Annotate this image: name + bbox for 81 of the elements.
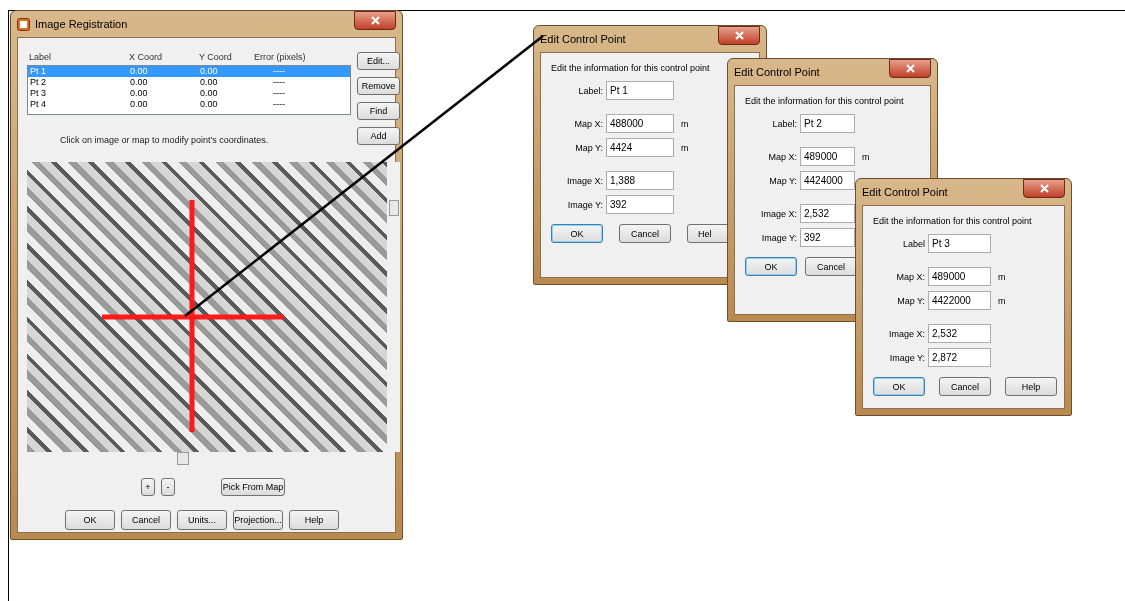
list-row[interactable]: Pt 2 0.00 0.00 ----	[28, 77, 350, 88]
dialog-button[interactable]: Help	[289, 510, 339, 530]
instruction-text: Edit the information for this control point	[551, 63, 710, 73]
field-label: Image Y:	[760, 232, 797, 243]
dialog-button[interactable]: Help	[1005, 377, 1057, 396]
unit-label: m	[861, 151, 871, 162]
input-field[interactable]: 2,532	[800, 204, 855, 223]
input-field[interactable]: 392	[606, 195, 674, 214]
input-field[interactable]: 488000	[606, 114, 674, 133]
field-label: Image Y:	[566, 199, 603, 210]
field-label: Map X:	[573, 118, 603, 129]
instruction-text: Edit the information for this control point	[873, 216, 1032, 226]
side-button[interactable]: Find	[357, 102, 400, 120]
map-image[interactable]	[27, 162, 387, 452]
field-label: Map X:	[767, 151, 797, 162]
column-header: Error (pixels)	[254, 52, 307, 64]
dialog-button[interactable]: Projection...	[233, 510, 283, 530]
dialog-button[interactable]: Cancel	[805, 257, 857, 276]
close-icon	[1039, 184, 1049, 193]
hint-text: Click on image or map to modify point's coordinates.	[60, 135, 269, 145]
field-label: Map Y:	[768, 175, 797, 186]
input-field[interactable]: 1,388	[606, 171, 674, 190]
window-title: Image Registration	[35, 18, 128, 30]
column-header: X Coord	[129, 52, 164, 64]
close-icon	[734, 31, 744, 40]
unit-label: m	[680, 142, 690, 153]
side-button[interactable]: Edit...	[357, 52, 400, 70]
field-label: Image X:	[565, 175, 603, 186]
dialog-button[interactable]: Cancel	[939, 377, 991, 396]
field-label: Map X:	[895, 271, 925, 282]
field-label: Map Y:	[896, 295, 925, 306]
dialog-button[interactable]: OK	[551, 224, 603, 243]
close-icon	[905, 64, 915, 73]
input-field[interactable]: 2,532	[928, 324, 991, 343]
dialog-button[interactable]: Cancel	[121, 510, 171, 530]
side-button[interactable]: Add	[357, 127, 400, 145]
column-header: Y Coord	[199, 52, 233, 64]
close-icon	[370, 16, 380, 25]
input-field[interactable]: 489000	[800, 147, 855, 166]
side-button[interactable]: Remove	[357, 77, 400, 95]
list-row[interactable]: Pt 4 0.00 0.00 ----	[28, 99, 350, 110]
field-label: Image X:	[759, 208, 797, 219]
instruction-text: Edit the information for this control point	[745, 96, 904, 106]
input-field[interactable]: Pt 3	[928, 234, 991, 253]
dialog-button[interactable]: OK	[65, 510, 115, 530]
crosshair-icon	[102, 200, 284, 432]
input-field[interactable]: 2,872	[928, 348, 991, 367]
dialog-button[interactable]: OK	[745, 257, 797, 276]
dialog-title: Edit Control Point	[734, 66, 820, 78]
field-label: Image X:	[887, 328, 925, 339]
zoom-button[interactable]: +	[141, 478, 155, 496]
close-button[interactable]	[718, 26, 760, 45]
input-field[interactable]: 4422000	[928, 291, 991, 310]
close-button[interactable]	[354, 11, 396, 30]
input-field[interactable]: Pt 2	[800, 114, 855, 133]
dialog-button[interactable]: OK	[873, 377, 925, 396]
field-label: Label:	[771, 118, 797, 129]
column-header: Label	[29, 52, 53, 64]
input-field[interactable]: 489000	[928, 267, 991, 286]
dialog-button[interactable]: Cancel	[619, 224, 671, 243]
input-field[interactable]: 392	[800, 228, 855, 247]
field-label: Image Y:	[888, 352, 925, 363]
app-icon	[17, 17, 30, 31]
dialog-button[interactable]: Units...	[177, 510, 227, 530]
vertical-scrollbar[interactable]	[387, 162, 400, 452]
field-label: Map Y:	[574, 142, 603, 153]
unit-label: m	[680, 118, 690, 129]
dialog-title: Edit Control Point	[540, 33, 626, 45]
field-label: Label:	[577, 85, 603, 96]
unit-label: m	[997, 295, 1007, 306]
zoom-button[interactable]: -	[161, 478, 175, 496]
pick-from-map-button[interactable]: Pick From Map	[221, 478, 285, 496]
list-row[interactable]: Pt 3 0.00 0.00 ----	[28, 88, 350, 99]
dialog-title: Edit Control Point	[862, 186, 948, 198]
input-field[interactable]: 4424000	[800, 171, 855, 190]
close-button[interactable]	[889, 59, 931, 78]
input-field[interactable]: 4424	[606, 138, 674, 157]
unit-label: m	[997, 271, 1007, 282]
input-field[interactable]: Pt 1	[606, 81, 674, 100]
field-label: Label	[901, 238, 925, 249]
close-button[interactable]	[1023, 179, 1065, 198]
